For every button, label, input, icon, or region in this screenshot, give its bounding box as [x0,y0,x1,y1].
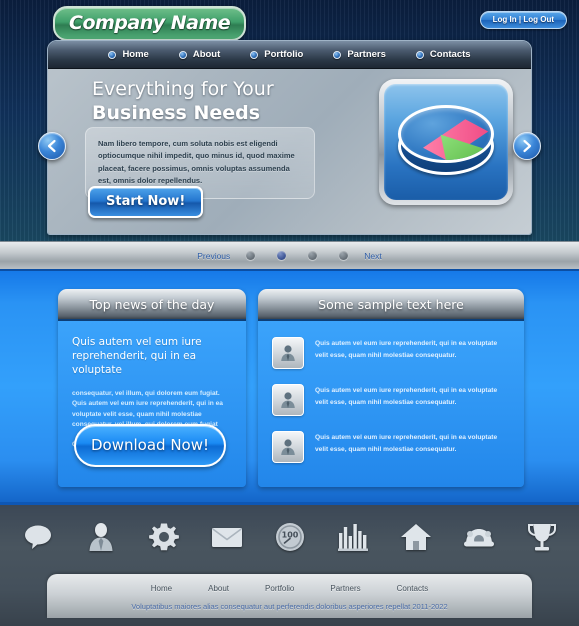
footer-link-partners[interactable]: Partners [330,584,360,593]
user-avatar-icon [272,431,304,463]
envelope-icon[interactable] [209,519,245,555]
pager-dot-4[interactable] [339,251,349,260]
bullet-icon [415,50,424,59]
chevron-right-icon [523,139,532,153]
bullet-icon [108,50,117,59]
bullet-icon [250,50,259,59]
hero-title-line1: Everything for Your [92,78,274,100]
main-panel: Home About Portfolio Partners Contacts E… [47,40,532,235]
sample-text-panel-body: Quis autem vel eum iure reprehenderit, q… [258,321,524,487]
hero-chart-tile[interactable] [379,79,513,205]
user-icon[interactable] [83,519,119,555]
nav-item-contacts[interactable]: Contacts [414,49,473,60]
start-now-button[interactable]: Start Now! [88,186,204,218]
list-item[interactable]: Quis autem vel eum iure reprehenderit, q… [272,337,510,369]
bullet-icon [178,50,187,59]
site-logo[interactable]: Company Name [53,6,247,41]
footer-link-home[interactable]: Home [151,584,172,593]
top-news-panel-header: Top news of the day [58,289,246,321]
nav-item-label: Partners [347,49,386,60]
pager-dots [246,251,349,260]
slider-pager: Previous Next [0,241,579,269]
list-item[interactable]: Quis autem vel eum iure reprehenderit, q… [272,384,510,416]
pager-next-link[interactable]: Next [364,251,381,261]
list-item-text: Quis autem vel eum iure reprehenderit, q… [315,340,498,359]
hero-chart-inner [384,84,508,200]
chevron-left-icon [47,139,56,153]
pager-dot-2[interactable] [277,251,287,260]
bullet-icon [333,50,342,59]
panel-title: Some sample text here [318,296,464,312]
nav-item-about[interactable]: About [177,49,222,60]
sample-list: Quis autem vel eum iure reprehenderit, q… [272,335,510,463]
telephone-icon[interactable] [461,519,497,555]
footer-link-about[interactable]: About [208,584,229,593]
speech-bubble-icon[interactable] [20,519,56,555]
top-news-panel-body: Quis autem vel eum iure reprehenderit, q… [58,321,246,487]
trophy-icon[interactable] [524,519,560,555]
login-logout-button[interactable]: Log In | Log Out [479,11,567,29]
footer-icon-row: 100 [0,519,579,555]
nav-item-label: About [192,49,221,60]
nav-item-partners[interactable]: Partners [331,49,388,60]
download-now-button[interactable]: Download Now! [74,424,226,467]
nav-item-label: Home [122,49,149,60]
hero-next-button[interactable] [513,132,541,160]
news-lead-text: Quis autem vel eum iure reprehenderit, q… [72,336,202,377]
panel-title: Top news of the day [89,296,215,312]
bar-chart-icon[interactable] [335,519,371,555]
nav-item-label: Portfolio [264,49,304,60]
list-item-text: Quis autem vel eum iure reprehenderit, q… [315,387,498,406]
content-section: Top news of the day Quis autem vel eum i… [0,269,579,502]
footer-panel: Home About Portfolio Partners Contacts V… [47,574,532,618]
nav-item-home[interactable]: Home [106,49,150,60]
nav-item-portfolio[interactable]: Portfolio [248,49,305,60]
list-item[interactable]: Quis autem vel eum iure reprehenderit, q… [272,431,510,463]
pager-dot-3[interactable] [308,251,318,260]
copyright-text: Voluptatibus maiores alias consequatur a… [131,602,448,611]
gear-icon[interactable] [146,519,182,555]
gauge-100-icon[interactable]: 100 [272,519,308,555]
hero-title-line2: Business Needs [92,102,261,124]
nav-item-label: Contacts [429,49,471,60]
site-logo-text: Company Name [69,12,231,34]
pager-dot-1[interactable] [246,251,256,260]
sample-text-panel: Some sample text here Quis autem vel eum… [258,289,524,487]
pie-chart-icon [395,99,497,185]
footer-link-contacts[interactable]: Contacts [397,584,429,593]
footer-navigation: Home About Portfolio Partners Contacts [47,574,532,593]
home-icon[interactable] [398,519,434,555]
hero-prev-button[interactable] [38,132,66,160]
main-navigation: Home About Portfolio Partners Contacts [48,41,531,69]
footer: 100 Home About Portfolio Partners Contac… [0,502,579,626]
user-avatar-icon [272,384,304,416]
top-band: Company Name Log In | Log Out Home About… [0,0,579,270]
pie-chart-top [398,105,494,163]
hero-slide: Everything for Your Business Needs Nam l… [48,69,531,234]
pager-previous-link[interactable]: Previous [197,251,230,261]
list-item-text: Quis autem vel eum iure reprehenderit, q… [315,434,498,453]
user-avatar-icon [272,337,304,369]
footer-link-portfolio[interactable]: Portfolio [265,584,294,593]
top-news-panel: Top news of the day Quis autem vel eum i… [58,289,246,487]
sample-text-panel-header: Some sample text here [258,289,524,321]
